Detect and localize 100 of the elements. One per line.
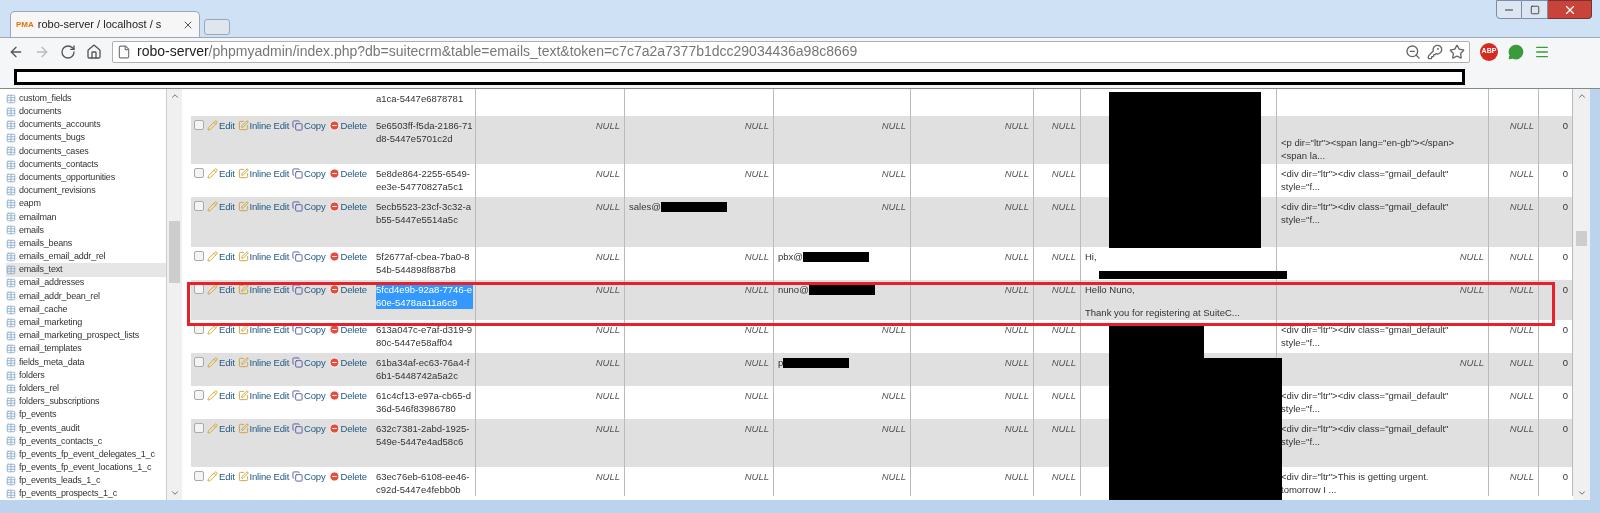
scrollbar[interactable] xyxy=(1573,89,1590,500)
star-icon[interactable] xyxy=(1449,43,1465,60)
row-checkbox[interactable] xyxy=(194,390,204,400)
sidebar-item[interactable]: fp_events_fp_event_delegates_1_c xyxy=(6,448,166,462)
sidebar-item[interactable]: documents_cases xyxy=(6,144,166,158)
row-action-link[interactable]: Delete xyxy=(328,323,367,336)
row-action-link[interactable]: Edit xyxy=(207,422,235,435)
scroll-down-icon[interactable] xyxy=(169,488,180,498)
row-action-link[interactable]: Delete xyxy=(328,422,367,435)
row-action-link[interactable]: Inline Edit xyxy=(237,250,290,263)
row-action-link[interactable]: Copy xyxy=(292,422,326,435)
sidebar-item[interactable]: eapm xyxy=(6,197,166,211)
sidebar-item[interactable]: document_revisions xyxy=(6,184,166,198)
sidebar-item[interactable]: emails_text xyxy=(6,263,166,277)
row-action-link[interactable]: Copy xyxy=(292,323,326,336)
sidebar-item[interactable]: documents_accounts xyxy=(6,118,166,132)
sidebar-item[interactable]: emailman xyxy=(6,210,166,224)
sidebar-item[interactable]: emails xyxy=(6,223,166,238)
row-checkbox[interactable] xyxy=(194,284,204,294)
row-action-link[interactable]: Inline Edit xyxy=(237,470,290,483)
address-bar[interactable]: robo-server/phpmyadmin/index.php?db=suitecrm&table=emails_text&token=c7c7a2a7377b1dcc29034436a98c8669 xyxy=(112,40,1470,63)
row-action-link[interactable]: Inline Edit xyxy=(237,283,290,296)
sidebar-item[interactable]: custom_fields xyxy=(6,92,166,106)
sidebar-item[interactable]: documents_contacts xyxy=(6,157,166,172)
key-icon[interactable] xyxy=(1427,43,1443,60)
row-action-link[interactable]: Edit xyxy=(207,356,235,369)
row-action-link[interactable]: Delete xyxy=(328,200,367,213)
sidebar-item[interactable]: email_marketing_prospect_lists xyxy=(6,329,166,343)
sidebar-item[interactable]: documents_opportunities xyxy=(6,171,166,185)
row-action-link[interactable]: Inline Edit xyxy=(237,389,290,402)
sidebar-item[interactable]: fp_events_audit xyxy=(6,421,166,435)
sidebar-item[interactable]: fp_events_contacts_c xyxy=(6,434,166,449)
row-action-link[interactable]: Edit xyxy=(207,470,235,483)
row-action-link[interactable]: Inline Edit xyxy=(237,167,290,180)
scrollbar-thumb[interactable] xyxy=(169,221,180,283)
sidebar-item[interactable]: email_marketing xyxy=(6,316,166,330)
reload-icon[interactable] xyxy=(60,43,76,60)
row-action-link[interactable]: Inline Edit xyxy=(237,119,290,132)
row-checkbox[interactable] xyxy=(194,423,204,433)
row-action-link[interactable]: Copy xyxy=(292,167,326,180)
maximize-button[interactable] xyxy=(1522,0,1548,19)
row-action-link[interactable]: Delete xyxy=(328,470,367,483)
scrollbar[interactable] xyxy=(167,89,182,500)
row-action-link[interactable]: Copy xyxy=(292,283,326,296)
row-action-link[interactable]: Inline Edit xyxy=(237,422,290,435)
sidebar-item[interactable]: fields_meta_data xyxy=(6,355,166,369)
sidebar-item[interactable]: email_cache xyxy=(6,303,166,317)
row-action-link[interactable]: Edit xyxy=(207,283,235,296)
row-action-link[interactable]: Delete xyxy=(328,389,367,402)
row-action-link[interactable]: Edit xyxy=(207,323,235,336)
sidebar-item[interactable]: fp_events_prospects_1_c xyxy=(6,487,166,500)
row-action-link[interactable]: Delete xyxy=(328,356,367,369)
row-action-link[interactable]: Inline Edit xyxy=(237,200,290,213)
sidebar-item[interactable]: emails_email_addr_rel xyxy=(6,250,166,264)
scroll-up-icon[interactable] xyxy=(169,91,180,101)
sidebar-item[interactable]: folders_subscriptions xyxy=(6,395,166,409)
row-checkbox[interactable] xyxy=(194,120,204,130)
row-action-link[interactable]: Copy xyxy=(292,250,326,263)
row-checkbox[interactable] xyxy=(194,168,204,178)
scroll-down-icon[interactable] xyxy=(1576,488,1587,498)
row-action-link[interactable]: Copy xyxy=(292,389,326,402)
row-checkbox[interactable] xyxy=(194,324,204,334)
row-action-link[interactable]: Copy xyxy=(292,356,326,369)
row-action-link[interactable]: Edit xyxy=(207,250,235,263)
chat-bubble-icon[interactable] xyxy=(1508,43,1524,60)
scrollbar-thumb[interactable] xyxy=(1576,231,1587,246)
sidebar-item[interactable]: documents xyxy=(6,105,166,119)
row-action-link[interactable]: Inline Edit xyxy=(237,323,290,336)
row-action-link[interactable]: Edit xyxy=(207,200,235,213)
row-action-link[interactable]: Delete xyxy=(328,167,367,180)
row-action-link[interactable]: Edit xyxy=(207,167,235,180)
row-action-link[interactable]: Copy xyxy=(292,119,326,132)
row-action-link[interactable]: Inline Edit xyxy=(237,356,290,369)
sidebar-item[interactable]: fp_events_leads_1_c xyxy=(6,474,166,488)
row-action-link[interactable]: Edit xyxy=(207,389,235,402)
sidebar-item[interactable]: fp_events_fp_event_locations_1_c xyxy=(6,461,166,475)
zoom-out-icon[interactable] xyxy=(1405,43,1421,60)
scroll-up-icon[interactable] xyxy=(1576,91,1587,101)
row-checkbox[interactable] xyxy=(194,471,204,481)
browser-tab[interactable]: PMA robo-server / localhost / s xyxy=(10,11,200,37)
sidebar-item[interactable]: email_addresses xyxy=(6,276,166,290)
sidebar-item[interactable]: folders_rel xyxy=(6,382,166,396)
row-action-link[interactable]: Delete xyxy=(328,119,367,132)
row-action-link[interactable]: Copy xyxy=(292,470,326,483)
sidebar-item[interactable]: folders xyxy=(6,368,166,383)
home-icon[interactable] xyxy=(86,43,102,60)
sidebar-item[interactable]: documents_bugs xyxy=(6,131,166,145)
row-checkbox[interactable] xyxy=(194,357,204,367)
close-button[interactable] xyxy=(1548,0,1592,19)
minimize-button[interactable] xyxy=(1496,0,1522,19)
sidebar-item[interactable]: email_addr_bean_rel xyxy=(6,289,166,303)
row-checkbox[interactable] xyxy=(194,251,204,261)
sidebar-item[interactable]: fp_events xyxy=(6,408,166,422)
row-action-link[interactable]: Copy xyxy=(292,200,326,213)
new-tab-button[interactable] xyxy=(204,19,230,35)
sidebar-item[interactable]: email_templates xyxy=(6,342,166,356)
row-checkbox[interactable] xyxy=(194,201,204,211)
row-action-link[interactable]: Delete xyxy=(328,283,367,296)
row-action-link[interactable]: Delete xyxy=(328,250,367,263)
sidebar-item[interactable]: emails_beans xyxy=(6,237,166,251)
